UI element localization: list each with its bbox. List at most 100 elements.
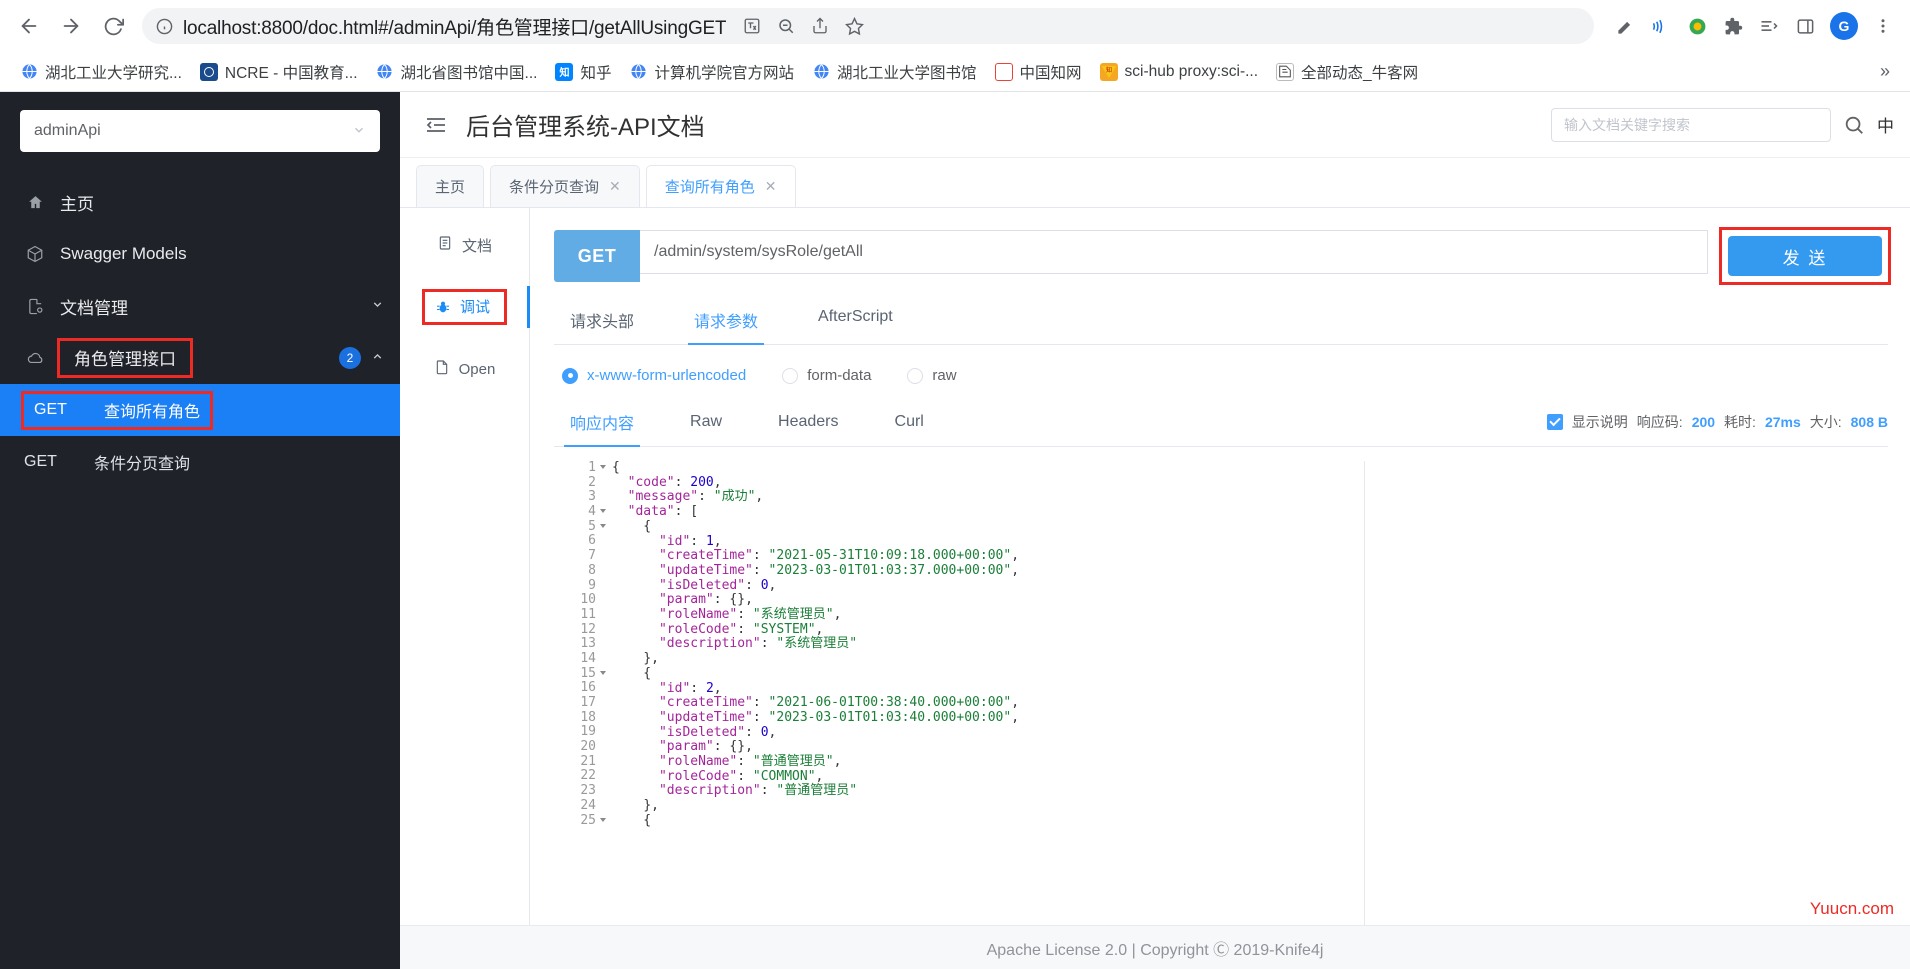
- collapse-menu-icon[interactable]: [424, 113, 448, 137]
- bookmark-label: 计算机学院官方网站: [654, 64, 794, 82]
- share-icon[interactable]: [804, 10, 836, 42]
- tab-response-content[interactable]: 响应内容: [564, 410, 641, 447]
- radio-urlencoded[interactable]: x-www-form-urlencoded: [562, 367, 746, 384]
- tab-label: 请求头部: [570, 314, 635, 331]
- line-number: 17: [580, 695, 596, 710]
- json-line: "id": 1,: [658, 533, 722, 549]
- response-tabs: 响应内容 Raw Headers Curl 显示说明 响应码: 200 耗时: …: [554, 410, 1888, 447]
- tab-response-headers[interactable]: Headers: [772, 413, 844, 443]
- json-line: "roleCode": "SYSTEM",: [658, 621, 824, 637]
- bookmark-star-icon[interactable]: [838, 10, 870, 42]
- extensions-puzzle-icon[interactable]: [1716, 9, 1750, 43]
- translate-icon[interactable]: [736, 10, 768, 42]
- response-json-viewer[interactable]: 1 2 3 4 5 6 7 8 9 10 11 12 13 14 15 16 17 18 19 20 21 22 23 24 2…: [554, 461, 1888, 925]
- side-panel-icon[interactable]: [1788, 9, 1822, 43]
- language-toggle[interactable]: 中: [1877, 112, 1894, 137]
- radio-raw[interactable]: raw: [907, 367, 957, 384]
- address-bar[interactable]: localhost:8800/doc.html#/adminApi/角色管理接口…: [142, 8, 1594, 44]
- radio-label: x-www-form-urlencoded: [587, 367, 747, 384]
- http-verb-label: GET: [24, 453, 57, 470]
- site-info-icon[interactable]: [156, 18, 173, 35]
- sidebar-item-home[interactable]: 主页: [0, 176, 400, 228]
- bookmark-item[interactable]: NCRE - 中国教育...: [192, 57, 366, 87]
- chevron-down-icon[interactable]: [371, 298, 384, 314]
- bookmark-item[interactable]: 全部动态_牛客网: [1268, 57, 1426, 87]
- colorful-extension-icon[interactable]: [1680, 9, 1714, 43]
- search-icon[interactable]: [1843, 114, 1865, 136]
- forward-arrow-icon[interactable]: [52, 7, 90, 45]
- show-description-checkbox[interactable]: [1546, 414, 1563, 430]
- json-line: },: [643, 798, 659, 814]
- bookmark-item[interactable]: 湖北工业大学图书馆: [804, 57, 985, 87]
- close-icon[interactable]: ✕: [609, 178, 621, 195]
- document-tab[interactable]: 主页: [416, 165, 485, 207]
- content-area: 文档 调试 Open GET /admin/system/sysRole/get…: [400, 208, 1910, 925]
- reload-icon[interactable]: [94, 7, 132, 45]
- request-url-input[interactable]: /admin/system/sysRole/getAll: [640, 230, 1708, 274]
- footer-text: Apache License 2.0 | Copyright Ⓒ 2019-Kn…: [986, 941, 1324, 959]
- vnav-item-document[interactable]: 文档: [400, 222, 529, 268]
- request-url-row: GET /admin/system/sysRole/getAll 发 送: [554, 227, 1891, 285]
- line-number: 18: [580, 709, 596, 725]
- sidebar: adminApi 主页 Swagger Models 文档管理 角色管理接口 2…: [0, 92, 400, 969]
- bookmark-label: 中国知网: [1019, 64, 1082, 82]
- main-panel: 后台管理系统-API文档 中 主页 条件分页查询 ✕ 查询所有角色 ✕ 文档: [400, 92, 1910, 969]
- sidebar-item-doc-management[interactable]: 文档管理: [0, 280, 400, 332]
- json-line: {: [612, 665, 652, 681]
- reading-list-icon[interactable]: [1752, 9, 1786, 43]
- back-arrow-icon[interactable]: [10, 7, 48, 45]
- main-header: 后台管理系统-API文档 中: [400, 92, 1910, 158]
- tab-request-headers[interactable]: 请求头部: [564, 308, 640, 344]
- tab-response-raw[interactable]: Raw: [684, 413, 728, 443]
- document-tab[interactable]: 查询所有角色 ✕: [645, 165, 796, 207]
- chevron-up-icon[interactable]: [371, 350, 384, 366]
- sidebar-api-get-all-roles[interactable]: GET 查询所有角色: [0, 384, 400, 436]
- tab-label: 条件分页查询: [509, 179, 600, 196]
- bookmark-item[interactable]: 知 sci-hub proxy:sci-...: [1092, 59, 1267, 85]
- chrome-menu-icon[interactable]: [1866, 9, 1900, 43]
- sidebar-item-swagger-models[interactable]: Swagger Models: [0, 228, 400, 280]
- sidebar-api-highlight: GET 查询所有角色: [20, 390, 214, 430]
- cnki-icon: 知: [994, 62, 1013, 81]
- doc-search-box[interactable]: [1551, 107, 1831, 142]
- vnav-item-debug[interactable]: 调试: [400, 284, 530, 330]
- bookmark-item[interactable]: 湖北省图书馆中国...: [368, 57, 546, 87]
- radio-indicator: [782, 367, 799, 384]
- tab-afterscript[interactable]: AfterScript: [812, 308, 899, 344]
- tab-response-curl[interactable]: Curl: [889, 413, 930, 443]
- fold-toggle-icon[interactable]: [600, 509, 606, 514]
- tab-request-params[interactable]: 请求参数: [688, 308, 765, 345]
- status-code-value: 200: [1691, 414, 1716, 430]
- profile-avatar[interactable]: G: [1830, 12, 1858, 40]
- service-select[interactable]: adminApi: [20, 110, 380, 152]
- bookmark-item[interactable]: 计算机学院官方网站: [621, 57, 802, 87]
- vnav-item-open[interactable]: Open: [400, 346, 529, 392]
- radio-form-data[interactable]: form-data: [782, 367, 871, 384]
- close-icon[interactable]: ✕: [765, 178, 777, 195]
- document-icon: [437, 235, 453, 255]
- bookmark-label: sci-hub proxy:sci-...: [1124, 62, 1259, 80]
- fold-toggle-icon[interactable]: [600, 465, 606, 469]
- bookmark-item[interactable]: 湖北工业大学研究...: [12, 57, 190, 87]
- sidebar-item-role-api[interactable]: 角色管理接口 2: [0, 332, 400, 384]
- globe-icon: [20, 63, 38, 81]
- bookmark-item[interactable]: 知中国知网: [987, 57, 1090, 87]
- sidebar-api-page-query[interactable]: GET 条件分页查询: [0, 436, 400, 488]
- bug-icon: [435, 299, 451, 315]
- bookmarks-overflow-icon[interactable]: »: [1872, 57, 1898, 86]
- search-input[interactable]: [1564, 116, 1818, 133]
- fold-toggle-icon[interactable]: [600, 670, 606, 675]
- zoom-out-icon[interactable]: [770, 10, 802, 42]
- globe-icon: [812, 63, 830, 81]
- send-button[interactable]: 发 送: [1728, 236, 1882, 276]
- vertical-nav: 文档 调试 Open: [400, 208, 530, 925]
- fold-toggle-icon[interactable]: [600, 817, 606, 822]
- cast-extension-icon[interactable]: [1644, 9, 1678, 43]
- home-icon: [24, 194, 46, 211]
- pen-extension-icon[interactable]: [1608, 9, 1642, 43]
- fold-toggle-icon[interactable]: [600, 523, 606, 528]
- request-body-type-radios: x-www-form-urlencoded form-data raw: [562, 367, 1888, 384]
- document-tab[interactable]: 条件分页查询 ✕: [490, 165, 640, 207]
- sidebar-item-right: 2: [339, 347, 384, 369]
- bookmark-item[interactable]: 知知乎: [547, 57, 619, 87]
